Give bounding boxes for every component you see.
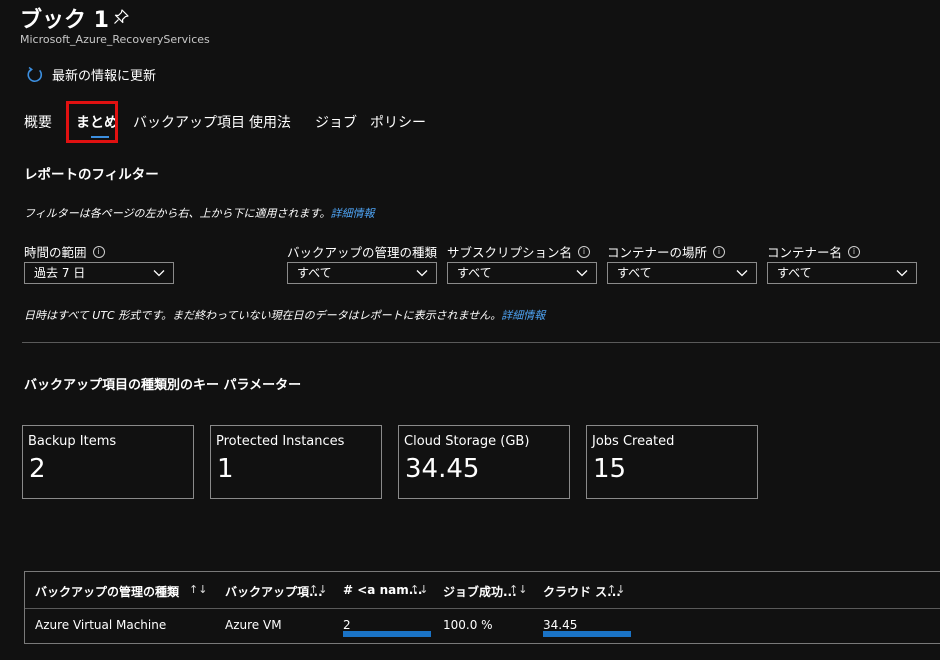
info-icon[interactable]: i: [713, 245, 726, 258]
kpi-label: Cloud Storage (GB): [404, 434, 530, 449]
kpi-label: Backup Items: [28, 434, 117, 449]
tab-policies[interactable]: ポリシー: [370, 112, 426, 132]
tab-overview[interactable]: 概要: [24, 112, 52, 132]
kpi-label: Protected Instances: [216, 434, 345, 449]
sort-icon[interactable]: ↑↓: [509, 583, 527, 596]
kpi-value: 1: [217, 454, 234, 484]
cell-management-type: Azure Virtual Machine: [35, 618, 167, 632]
vault-name-value: すべて: [777, 266, 812, 280]
filter-label-text: サブスクリプション名: [447, 245, 573, 260]
pin-icon[interactable]: [112, 8, 130, 26]
summary-table: バックアップの管理の種類 ↑↓ バックアップ項... ↑↓ # <a nam..…: [24, 571, 940, 644]
filter-label-subscription: サブスクリプション名 i: [447, 242, 591, 261]
vault-location-dropdown[interactable]: すべて: [607, 262, 757, 284]
count-bar: [343, 631, 431, 637]
filters-heading: レポートのフィルター: [24, 167, 159, 183]
refresh-label: 最新の情報に更新: [52, 69, 157, 84]
kpi-card-cloud-storage: Cloud Storage (GB) 34.45: [398, 425, 570, 499]
info-icon[interactable]: i: [848, 245, 861, 258]
tab-backup-items[interactable]: バックアップ項目: [133, 112, 245, 132]
tab-usage[interactable]: 使用法: [249, 112, 291, 132]
utc-info-text: 日時はすべて UTC 形式です。まだ終わっていない現在日のデータはレポートに表示…: [24, 307, 545, 323]
chevron-down-icon: [736, 270, 748, 277]
highlight-annotation: [66, 101, 118, 143]
subscription-value: すべて: [457, 266, 492, 280]
sort-icon[interactable]: ↑↓: [309, 583, 327, 596]
sort-icon[interactable]: ↑↓: [189, 583, 207, 596]
page-title: ブック 1: [20, 8, 109, 33]
vault-name-dropdown[interactable]: すべて: [767, 262, 917, 284]
refresh-icon: [27, 66, 43, 82]
utc-info-message: 日時はすべて UTC 形式です。まだ終わっていない現在日のデータはレポートに表示…: [24, 309, 502, 322]
cell-count: 2: [343, 618, 351, 632]
kpi-value: 34.45: [405, 454, 480, 484]
filter-label-management-type: バックアップの管理の種類: [287, 242, 437, 261]
filter-label-text: コンテナーの場所: [607, 245, 708, 260]
time-range-dropdown[interactable]: 過去 7 日: [24, 262, 174, 284]
cell-cloud-storage: 34.45: [543, 618, 578, 632]
time-range-value: 過去 7 日: [34, 266, 86, 280]
cell-job-success: 100.0 %: [443, 618, 493, 632]
sort-icon[interactable]: ↑↓: [410, 583, 428, 596]
filter-info-message: フィルターは各ページの左から右、上から下に適用されます。: [24, 207, 331, 220]
filter-info-text: フィルターは各ページの左から右、上から下に適用されます。詳細情報: [24, 205, 374, 221]
kpi-card-protected-instances: Protected Instances 1: [210, 425, 382, 499]
info-icon[interactable]: i: [92, 245, 105, 258]
sort-icon[interactable]: ↑↓: [607, 583, 625, 596]
filter-label-text: コンテナー名: [767, 245, 843, 260]
table-header: バックアップの管理の種類 ↑↓ バックアップ項... ↑↓ # <a nam..…: [25, 572, 940, 609]
kpi-heading: バックアップ項目の種類別のキー パラメーター: [24, 378, 302, 393]
chevron-down-icon: [153, 270, 165, 277]
kpi-card-jobs-created: Jobs Created 15: [586, 425, 758, 499]
filter-label-text: バックアップの管理の種類: [287, 245, 438, 260]
cell-item-type: Azure VM: [225, 618, 282, 632]
chevron-down-icon: [576, 270, 588, 277]
chevron-down-icon: [896, 270, 908, 277]
info-icon[interactable]: i: [578, 245, 591, 258]
filter-label-time-range: 時間の範囲 i: [24, 242, 105, 261]
kpi-value: 2: [29, 454, 46, 484]
kpi-card-backup-items: Backup Items 2: [22, 425, 194, 499]
column-header-management-type[interactable]: バックアップの管理の種類: [35, 583, 179, 600]
tab-jobs[interactable]: ジョブ: [315, 112, 357, 132]
filter-label-text: 時間の範囲: [24, 245, 87, 260]
column-header-job-success[interactable]: ジョブ成功...: [443, 583, 517, 600]
management-type-dropdown[interactable]: すべて: [287, 262, 437, 284]
kpi-value: 15: [593, 454, 627, 484]
utc-info-link[interactable]: 詳細情報: [501, 309, 545, 322]
chevron-down-icon: [416, 270, 428, 277]
management-type-value: すべて: [297, 266, 332, 280]
filter-label-vault-name: コンテナー名 i: [767, 242, 861, 261]
page-subtitle: Microsoft_Azure_RecoveryServices: [20, 33, 210, 46]
kpi-label: Jobs Created: [592, 434, 675, 449]
workbook-page: ブック 1 Microsoft_Azure_RecoveryServices 最…: [0, 0, 940, 660]
vault-location-value: すべて: [617, 266, 652, 280]
filter-label-vault-location: コンテナーの場所 i: [607, 242, 726, 261]
cloud-storage-bar: [543, 631, 631, 637]
section-divider: [22, 342, 940, 343]
filter-info-link[interactable]: 詳細情報: [330, 207, 374, 220]
subscription-dropdown[interactable]: すべて: [447, 262, 597, 284]
refresh-button[interactable]: 最新の情報に更新: [26, 65, 156, 84]
